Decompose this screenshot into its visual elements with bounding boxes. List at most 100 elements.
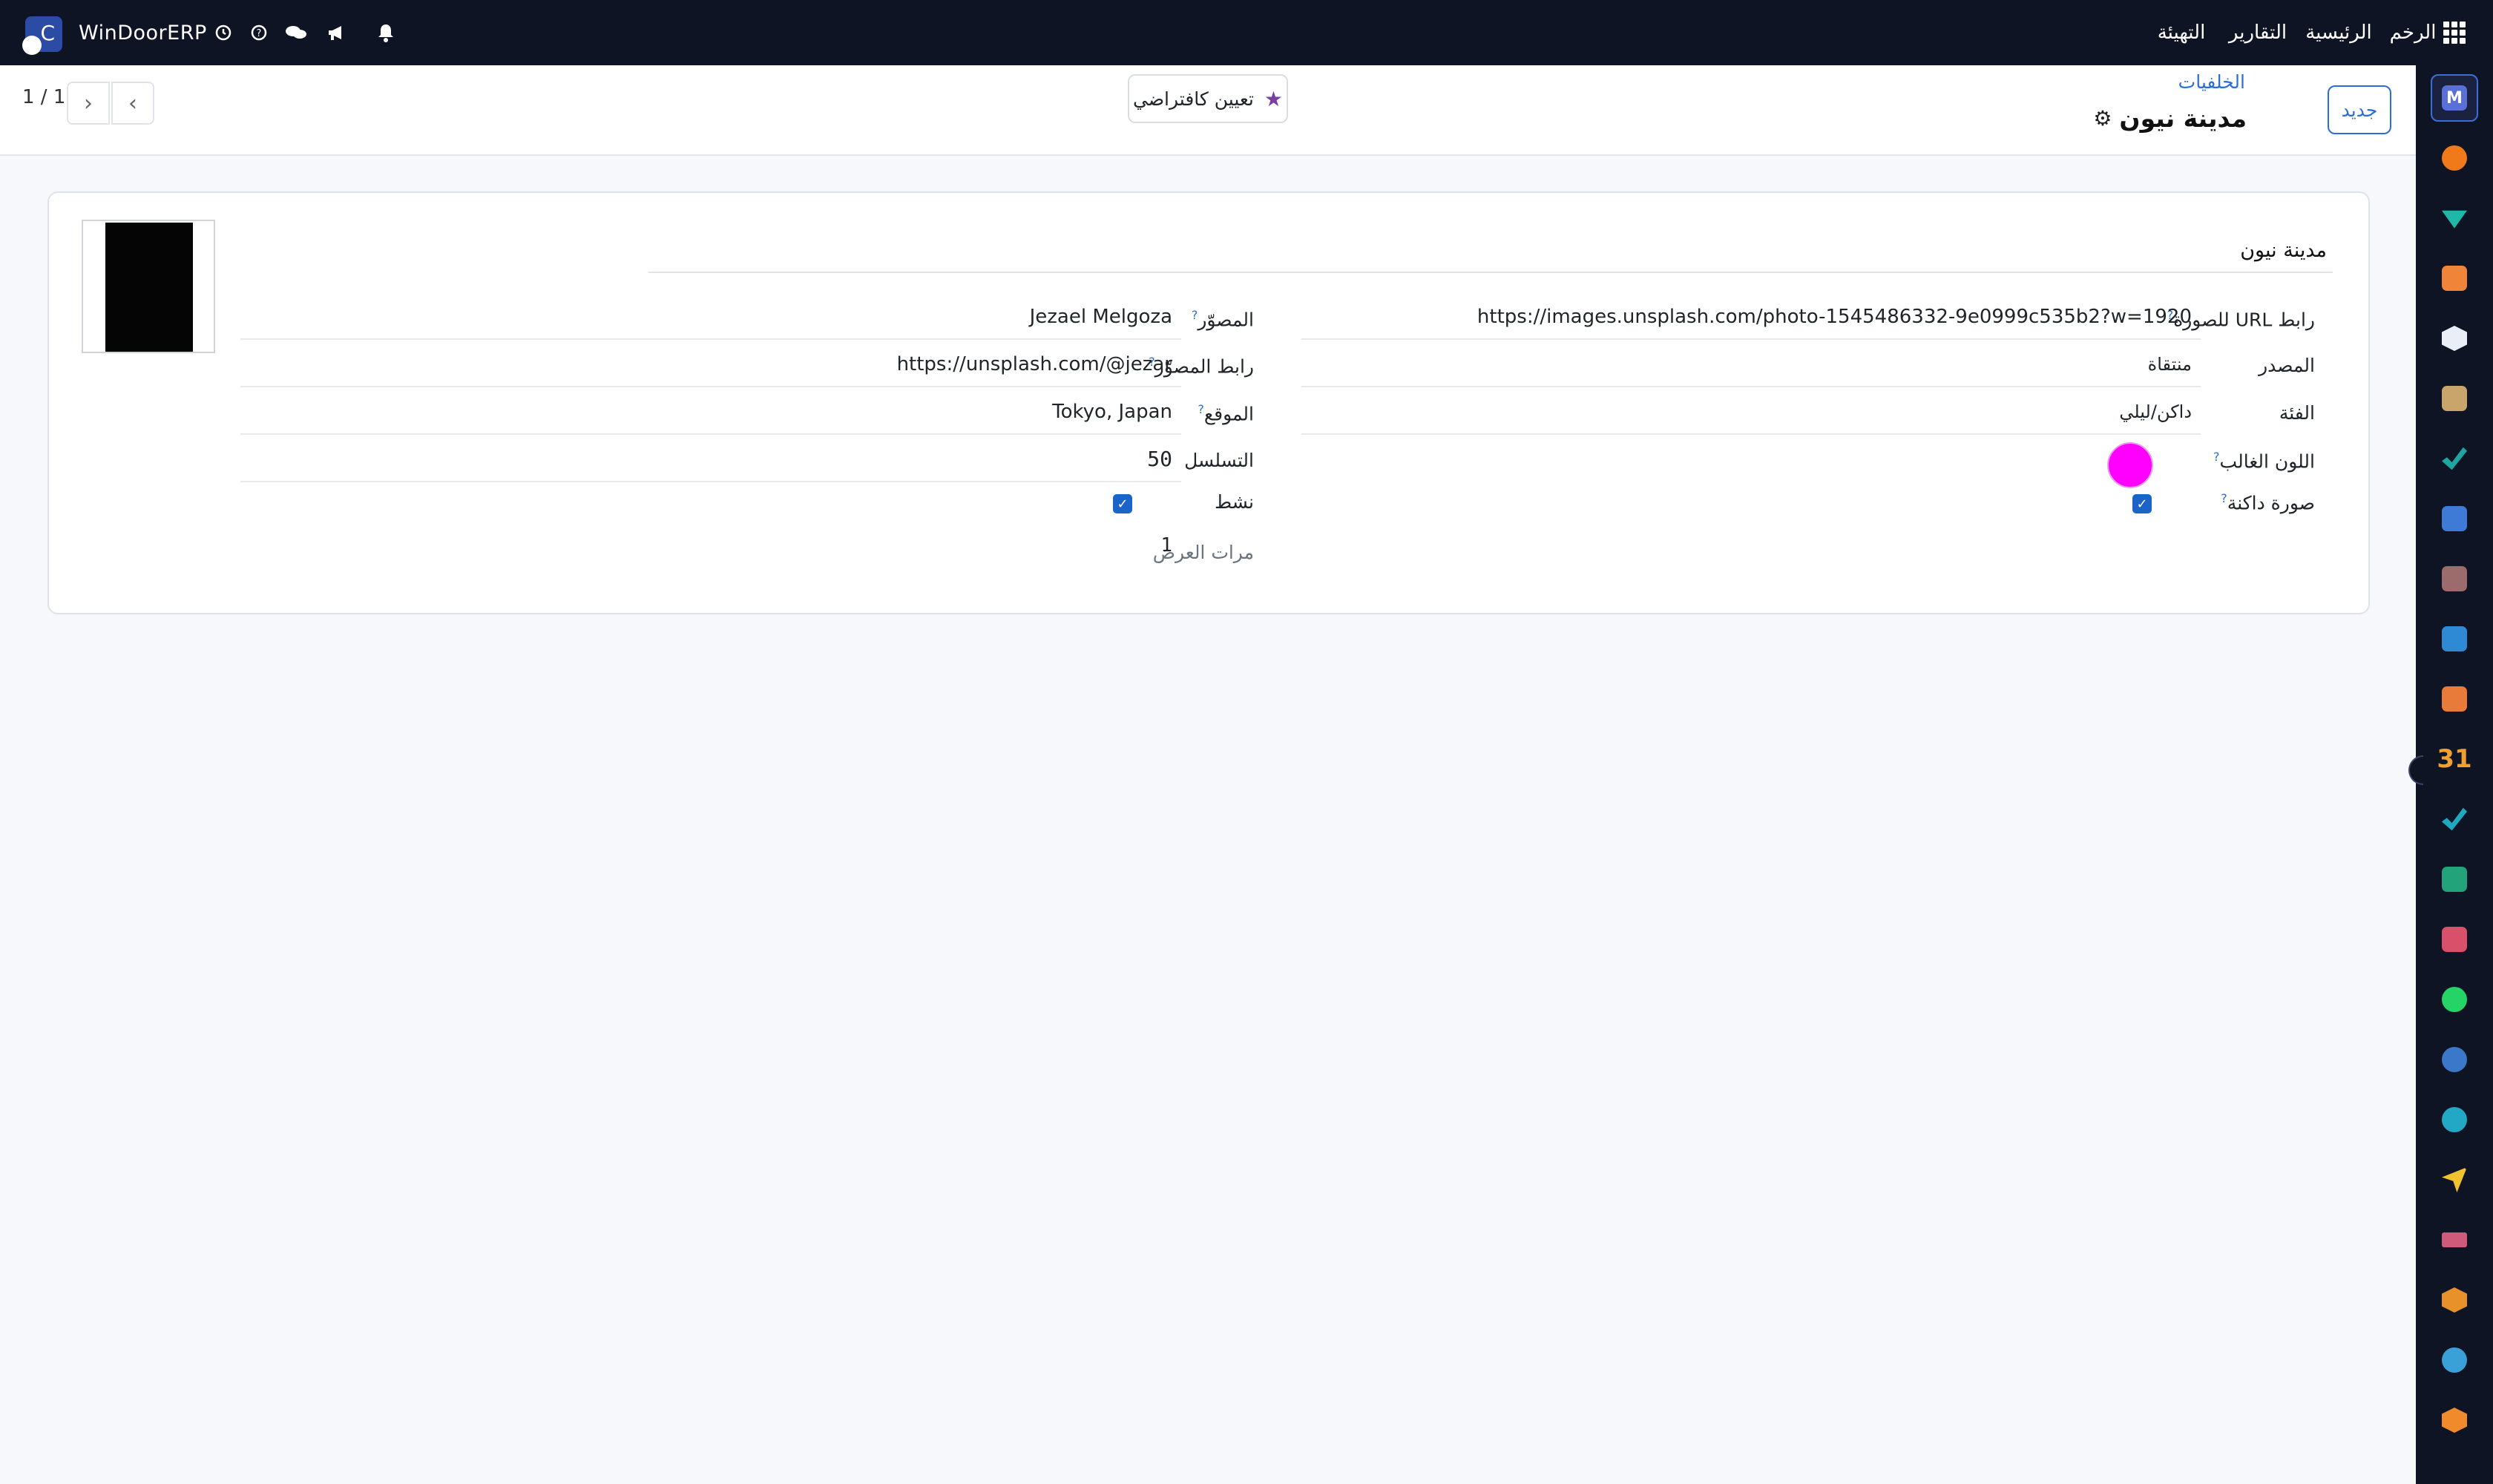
- wave-icon: [2442, 1107, 2467, 1132]
- dock-collapse-handle[interactable]: [2408, 755, 2423, 785]
- sequence-label: التسلسل: [1184, 450, 1254, 471]
- image-url-field[interactable]: https://images.unsplash.com/photo-154548…: [1301, 298, 2201, 340]
- bar-chart-icon: [2442, 266, 2467, 291]
- dock-app-hexagon[interactable]: [2431, 1396, 2478, 1444]
- location-label: الموقع?: [1198, 402, 1254, 425]
- chevron-left-icon: ‹: [128, 90, 137, 116]
- star-icon: ★: [1264, 86, 1283, 111]
- photographer-url-field[interactable]: https://unsplash.com/@jezar: [240, 346, 1181, 387]
- pager-value[interactable]: 1 / 1: [22, 86, 65, 108]
- dock-app-wave[interactable]: [2431, 1096, 2478, 1143]
- dock-app-paper-plane[interactable]: [2431, 1156, 2478, 1204]
- dark-image-checkbox[interactable]: ✓: [2132, 494, 2152, 513]
- checkmark-icon: [2442, 447, 2467, 470]
- category-label: الفئة: [2279, 402, 2315, 424]
- dock-app-portrait[interactable]: [2431, 375, 2478, 422]
- paper-plane-icon: [2442, 1167, 2467, 1192]
- sequence-field[interactable]: 50: [240, 441, 1181, 482]
- dock-app-ticket[interactable]: [2431, 194, 2478, 242]
- chat-icon[interactable]: [282, 0, 310, 65]
- pen-icon: [2442, 807, 2467, 831]
- photographer-field[interactable]: Jezael Melgoza: [240, 298, 1181, 340]
- set-default-button[interactable]: تعيين كافتراضي ★: [1128, 74, 1288, 123]
- pie-icon: [2442, 1347, 2467, 1373]
- image-preview-content: [105, 223, 193, 352]
- dock-app-chat-bubble[interactable]: [2431, 134, 2478, 182]
- active-checkbox[interactable]: ✓: [1113, 494, 1132, 513]
- dock-app-m-app[interactable]: M: [2431, 74, 2478, 122]
- dock-app-bar-chart[interactable]: [2431, 255, 2478, 302]
- menu-setup[interactable]: التهيئة: [2155, 0, 2207, 65]
- dock-app-dashboard[interactable]: [2431, 916, 2478, 963]
- calendar-31-icon: 31: [2437, 744, 2472, 774]
- control-panel: 1 / 1 › ‹ تعيين كافتراضي ★ الخلفيات مدين…: [0, 65, 2416, 156]
- package-icon: [2442, 566, 2467, 591]
- company-logo[interactable]: C: [22, 16, 62, 55]
- image-preview[interactable]: [82, 220, 215, 353]
- dashboard-icon: [2442, 927, 2467, 952]
- record-title: مدينة نيون ⚙: [2093, 104, 2247, 133]
- people-icon: [2442, 686, 2467, 712]
- set-default-label: تعيين كافتراضي: [1132, 88, 1254, 110]
- dominant-color-label: اللون الغالب?: [2213, 450, 2315, 473]
- menu-app-name[interactable]: الرخم: [2390, 0, 2437, 65]
- category-field[interactable]: داكن/ليلي: [1301, 393, 2201, 435]
- whatsapp-icon: [2442, 987, 2467, 1012]
- photographer-label: المصوّر?: [1191, 308, 1254, 331]
- pager-next-button[interactable]: ›: [67, 82, 110, 125]
- bell-icon[interactable]: [372, 0, 399, 65]
- location-field[interactable]: Tokyo, Japan: [240, 393, 1181, 435]
- top-navbar: C WinDoorERP ? التهيئة التقارير الرئيسية…: [0, 0, 2493, 65]
- menu-home[interactable]: الرئيسية: [2305, 0, 2372, 65]
- dock-app-cube[interactable]: [2431, 1276, 2478, 1324]
- views-value: 1: [1160, 534, 1172, 556]
- brand-name[interactable]: WinDoorERP: [79, 0, 207, 65]
- record-title-text: مدينة نيون: [2119, 104, 2247, 133]
- source-field[interactable]: منتقاة: [1301, 346, 2201, 387]
- dock-app-package[interactable]: [2431, 555, 2478, 603]
- layers-icon: [2442, 1232, 2467, 1247]
- hexagon-icon: [2442, 1408, 2467, 1433]
- portrait-icon: [2442, 386, 2467, 411]
- dock-app-people[interactable]: [2431, 675, 2478, 723]
- dock-app-dollar-doc[interactable]: [2431, 615, 2478, 663]
- help-icon[interactable]: ?: [246, 0, 272, 65]
- form-sheet: مدينة نيون رابط URL للصورة? https://imag…: [47, 191, 2370, 614]
- dock-app-checkmark[interactable]: [2431, 435, 2478, 482]
- active-label: نشط: [1215, 491, 1254, 513]
- apps-grid-icon[interactable]: [2443, 0, 2466, 65]
- help-tooltip-icon: ?: [1198, 402, 1204, 416]
- dock-app-pen[interactable]: [2431, 795, 2478, 843]
- cube-icon: [2442, 1287, 2467, 1313]
- breadcrumb-backgrounds[interactable]: الخلفيات: [2178, 71, 2245, 93]
- app-dock: M 31: [2408, 65, 2493, 1484]
- name-field[interactable]: مدينة نيون: [648, 233, 2333, 273]
- megaphone-icon[interactable]: [323, 0, 350, 65]
- contact-card-icon: [2442, 867, 2467, 892]
- dock-app-calendar-31[interactable]: 31: [2431, 735, 2478, 783]
- pager-previous-button[interactable]: ‹: [111, 82, 154, 125]
- chat-bubble-icon: [2442, 145, 2467, 171]
- dock-app-pie[interactable]: [2431, 1336, 2478, 1384]
- menu-reports[interactable]: التقارير: [2228, 0, 2287, 65]
- gear-icon[interactable]: ⚙: [2093, 106, 2112, 131]
- dock-app-book[interactable]: [2431, 495, 2478, 542]
- help-tooltip-icon: ?: [2213, 450, 2220, 464]
- book-icon: [2442, 506, 2467, 531]
- dollar-doc-icon: [2442, 626, 2467, 651]
- dominant-color-swatch[interactable]: [2107, 442, 2153, 488]
- dock-app-box[interactable]: [2431, 315, 2478, 362]
- activity-icon[interactable]: [211, 0, 236, 65]
- help-tooltip-icon: ?: [2221, 491, 2227, 505]
- box-icon: [2442, 326, 2467, 351]
- chevron-right-icon: ›: [84, 90, 93, 116]
- dock-app-contact-card[interactable]: [2431, 856, 2478, 903]
- dark-image-label: صورة داكنة?: [2221, 491, 2315, 514]
- dock-app-whatsapp[interactable]: [2431, 976, 2478, 1023]
- new-button[interactable]: جديد: [2328, 85, 2391, 134]
- ticket-icon: [2442, 210, 2467, 229]
- source-label: المصدر: [2259, 355, 2315, 376]
- svg-text:?: ?: [257, 28, 262, 39]
- dock-app-layers[interactable]: [2431, 1216, 2478, 1264]
- dock-app-compass[interactable]: [2431, 1036, 2478, 1083]
